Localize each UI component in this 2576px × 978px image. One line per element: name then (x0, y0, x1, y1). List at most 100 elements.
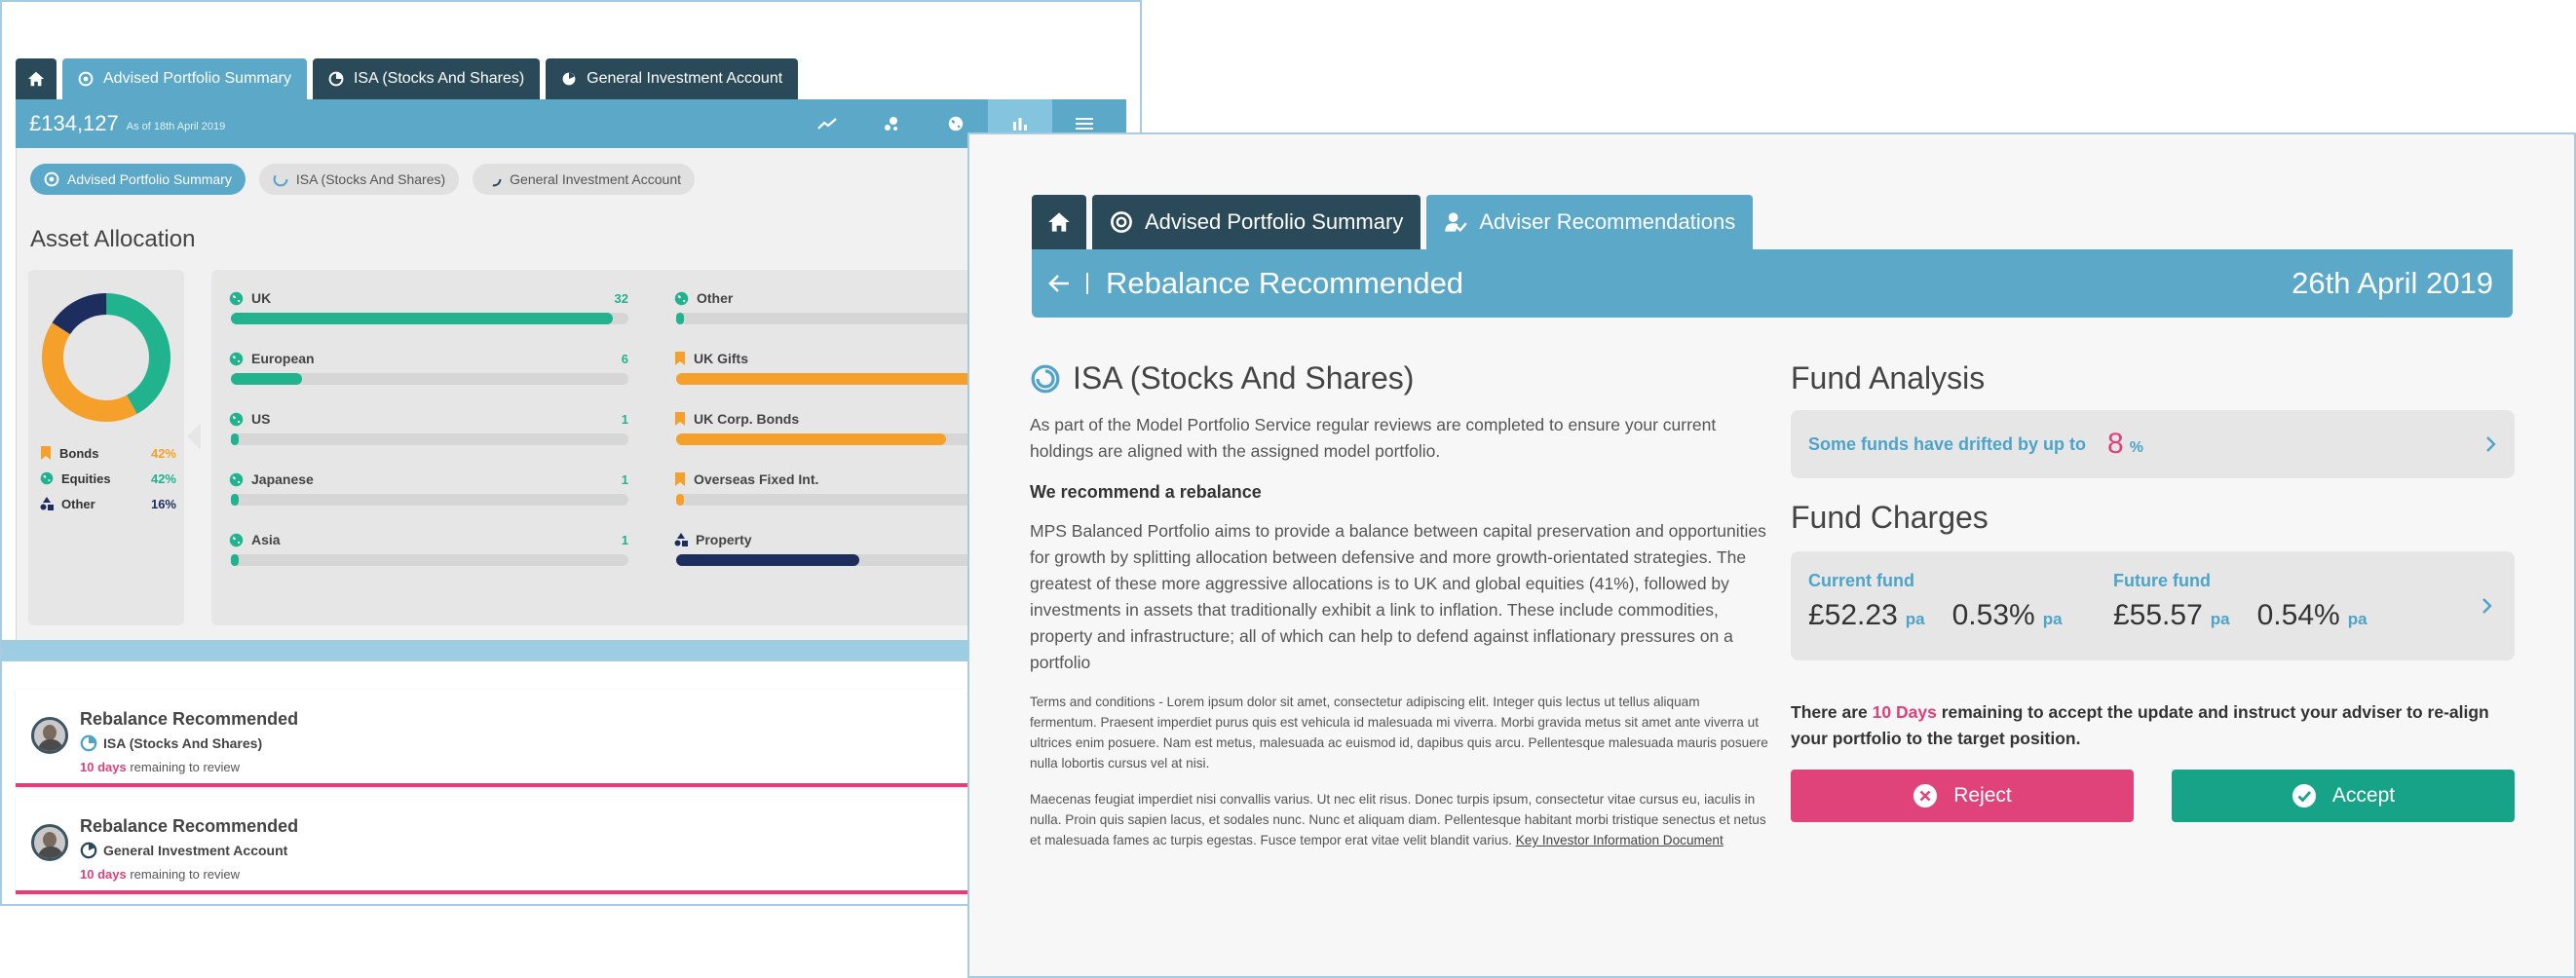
tab-home[interactable] (16, 58, 57, 99)
chip-label: General Investment Account (510, 171, 682, 187)
globe-icon (229, 472, 244, 486)
days-remaining: 10 days (80, 760, 127, 774)
bar-item: Asia 1 (229, 531, 628, 566)
tab-isa[interactable]: ISA (Stocks And Shares) (312, 58, 541, 99)
legend-label: Other (61, 496, 95, 511)
terms-paragraph-1: Terms and conditions - Lorem ipsum dolor… (1030, 695, 1768, 771)
bar-item: UK 32 (229, 289, 628, 324)
bookmark-icon (41, 446, 51, 460)
legend-label: Bonds (59, 445, 99, 461)
reject-label: Reject (1953, 784, 2012, 807)
bar-value: 6 (621, 351, 628, 366)
card-remaining: 10 days remaining to review (80, 867, 240, 882)
decision-actions: Reject Accept (1791, 770, 2515, 822)
chip-advised-portfolio-summary[interactable]: Advised Portfolio Summary (30, 164, 246, 195)
portfolio-header: £134,127 As of 18th April 2019 (16, 99, 1126, 148)
future-fund-percent-unit: pa (2347, 610, 2368, 628)
remaining-text: remaining to review (130, 867, 241, 882)
recommendation-card[interactable]: Rebalance Recommended ISA (Stocks And Sh… (16, 690, 1126, 787)
accept-button[interactable]: Accept (2172, 770, 2515, 822)
gia-icon (562, 72, 576, 86)
gia-icon (486, 171, 502, 187)
tab-general-investment-account[interactable]: General Investment Account (546, 58, 799, 99)
bar-item: European 6 (229, 350, 628, 385)
terms-paragraph-2: Maecenas feugiat imperdiet nisi convalli… (1030, 789, 1770, 850)
tab-label: Advised Portfolio Summary (1145, 209, 1404, 234)
card-account: ISA (Stocks And Shares) (80, 734, 262, 752)
globe-icon (229, 352, 244, 365)
bar-item: US 1 (229, 410, 628, 445)
bar-name: Japanese (251, 471, 314, 487)
recommendation-card[interactable]: Rebalance Recommended General Investment… (16, 797, 1126, 894)
portfolio-icon (78, 71, 94, 87)
bar-name: UK (251, 290, 272, 306)
legend-bonds: Bonds 42% (40, 440, 176, 466)
card-title: Rebalance Recommended (80, 709, 299, 729)
reject-button[interactable]: Reject (1791, 770, 2134, 822)
panel-pointer (187, 423, 201, 450)
adviser-icon (1445, 212, 1468, 233)
bar-fill (676, 433, 947, 445)
fund-drift-row[interactable]: Some funds have drifted by up to 8 % (1791, 410, 2515, 478)
asset-allocation-title: Asset Allocation (30, 226, 196, 252)
globe-icon (674, 291, 689, 305)
bar-value: 1 (621, 532, 628, 547)
bar-fill (231, 494, 240, 506)
remaining-text: remaining to review (130, 760, 241, 774)
acceptance-notice: There are 10 Days remaining to accept th… (1791, 699, 2515, 752)
future-fund: Future fund £55.57 pa 0.54% pa (2113, 571, 2387, 632)
tab-advised-portfolio-summary[interactable]: Advised Portfolio Summary (1092, 195, 1421, 249)
header-divider (1086, 273, 1088, 294)
chevron-right-icon (2486, 436, 2496, 452)
back-button[interactable] (1032, 274, 1086, 293)
globe-icon (229, 412, 244, 426)
bookmark-icon (675, 472, 685, 486)
accept-label: Accept (2331, 784, 2396, 807)
globe-icon (229, 533, 244, 546)
current-fund: Current fund £52.23 pa 0.53% pa (1808, 571, 2082, 632)
tab-advised-portfolio-summary[interactable]: Advised Portfolio Summary (62, 58, 307, 99)
days-remaining: 10 days (80, 867, 127, 882)
home-icon (1048, 212, 1070, 232)
bubble-view-button[interactable] (859, 99, 924, 148)
fund-summary: Fund Analysis Some funds have drifted by… (1791, 360, 2515, 822)
drift-text: Some funds have drifted by up to (1808, 433, 2087, 454)
kiid-link[interactable]: Key Investor Information Document (1516, 833, 1724, 847)
current-fund-percent-unit: pa (2042, 610, 2063, 628)
drift-value: 8 (2107, 428, 2124, 460)
current-fund-label: Current fund (1808, 571, 1914, 590)
bar-chart-icon (1013, 118, 1027, 131)
future-fund-label: Future fund (2113, 571, 2211, 590)
tab-label: General Investment Account (587, 70, 783, 87)
isa-icon (273, 171, 288, 187)
tab-label: ISA (Stocks And Shares) (353, 70, 525, 87)
tab-label: Adviser Recommendations (1479, 209, 1736, 234)
fund-charges-row[interactable]: Current fund £52.23 pa 0.53% pa Future f… (1791, 551, 2515, 660)
notice-before: There are (1791, 702, 1873, 722)
recommendation-details: ISA (Stocks And Shares) As part of the M… (1030, 360, 1770, 850)
intro-text: As part of the Model Portfolio Service r… (1030, 415, 1717, 461)
tab-adviser-recommendations[interactable]: Adviser Recommendations (1426, 195, 1754, 249)
fund-analysis-title: Fund Analysis (1791, 360, 1986, 395)
future-fund-percent: 0.54% (2256, 599, 2340, 631)
tab-home[interactable] (1032, 195, 1086, 249)
bar-fill (231, 433, 240, 445)
trend-view-button[interactable] (795, 99, 859, 148)
bar-fill (676, 494, 685, 506)
legend-value: 42% (150, 470, 176, 486)
fund-charges-title: Fund Charges (1791, 500, 1989, 535)
card-remaining: 10 days remaining to review (80, 760, 240, 774)
card-account-label: General Investment Account (103, 843, 288, 858)
list-icon (1076, 118, 1093, 130)
adviser-recommendation-window: Advised Portfolio Summary Adviser Recomm… (967, 132, 2576, 978)
bar-item: Japanese 1 (229, 470, 628, 506)
bar-name: Asia (251, 532, 281, 547)
globe-icon (40, 471, 54, 485)
recommendation-date: 26th April 2019 (2292, 266, 2493, 300)
bar-value: 1 (621, 471, 628, 487)
chip-label: Advised Portfolio Summary (67, 171, 232, 187)
home-icon (27, 71, 45, 87)
chip-general-investment-account[interactable]: General Investment Account (473, 164, 696, 195)
current-fund-percent: 0.53% (1951, 599, 2035, 631)
chip-isa[interactable]: ISA (Stocks And Shares) (258, 164, 460, 195)
